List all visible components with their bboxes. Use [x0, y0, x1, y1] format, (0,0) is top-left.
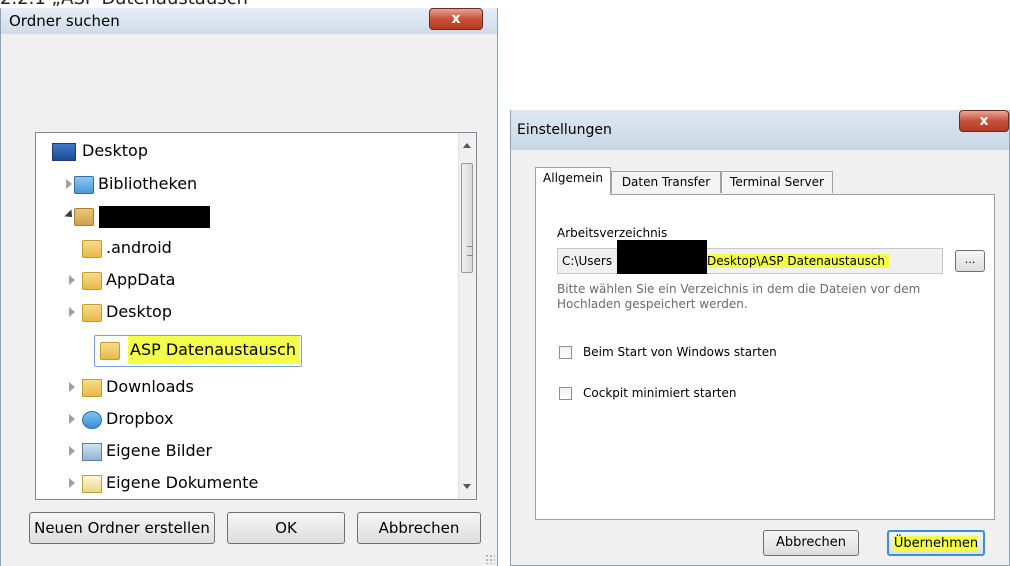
scroll-down-icon[interactable]: [463, 484, 471, 489]
path-suffix: Desktop\ASP Datenaustausch: [707, 254, 890, 268]
pictures-icon: [82, 443, 102, 461]
tab-terminal-server[interactable]: Terminal Server: [721, 171, 833, 193]
tree-item-label: AppData: [106, 270, 176, 289]
resize-grip-icon[interactable]: [485, 554, 495, 564]
downloads-icon: [82, 379, 102, 397]
tree-item-label: Bibliotheken: [98, 174, 198, 193]
user-folder-icon: [74, 208, 94, 226]
expand-icon[interactable]: [69, 478, 75, 488]
tree-item-label: Desktop: [106, 302, 172, 321]
tree-item-label: Downloads: [106, 377, 194, 396]
cockpit-minimized-checkbox[interactable]: [559, 387, 572, 400]
tree-item-label: .android: [106, 238, 172, 257]
library-icon: [74, 176, 94, 194]
dropbox-icon: [82, 411, 102, 429]
expand-icon[interactable]: [66, 179, 72, 189]
ok-button[interactable]: OK: [227, 512, 345, 544]
expand-icon[interactable]: [69, 382, 75, 392]
close-button[interactable]: x: [429, 8, 483, 30]
tree-item-label: Desktop: [82, 141, 148, 160]
redacted-username: [99, 206, 210, 228]
scroll-up-icon[interactable]: [463, 143, 471, 148]
dialog-title: Einstellungen: [517, 122, 612, 138]
cancel-button[interactable]: Abbrechen: [357, 512, 481, 544]
cockpit-minimized-label: Cockpit minimiert starten: [583, 386, 737, 400]
desktop-icon: [52, 143, 76, 161]
start-with-windows-checkbox[interactable]: [559, 346, 572, 359]
work-dir-hint: Bitte wählen Sie ein Verzeichnis in dem …: [557, 282, 921, 311]
tab-allgemein[interactable]: Allgemein: [535, 167, 611, 195]
work-dir-label: Arbeitsverzeichnis: [557, 226, 668, 240]
expand-icon[interactable]: [69, 307, 75, 317]
scrollbar-thumb[interactable]: [461, 163, 473, 273]
folder-icon: [82, 240, 102, 258]
redacted-username: [617, 240, 707, 274]
folder-icon: [100, 342, 120, 360]
grip-icon: [467, 246, 473, 256]
folder-icon: [82, 272, 102, 290]
dialog-title: Ordner suchen: [9, 12, 120, 30]
title-bar: Einstellungen x: [511, 110, 1009, 150]
apply-button[interactable]: Übernehmen: [887, 530, 985, 556]
browse-button[interactable]: ...: [955, 250, 985, 272]
new-folder-button[interactable]: Neuen Ordner erstellen: [29, 512, 215, 544]
vertical-scrollbar[interactable]: [458, 133, 476, 499]
expand-icon[interactable]: [69, 414, 75, 424]
tree-item-label: Eigene Bilder: [106, 441, 213, 460]
start-with-windows-label: Beim Start von Windows starten: [583, 345, 777, 359]
documents-icon: [82, 475, 102, 493]
close-icon: x: [451, 11, 461, 27]
settings-dialog: Einstellungen x Allgemein Daten Transfer…: [510, 110, 1010, 566]
tree-item-label: Dropbox: [106, 409, 174, 428]
path-prefix: C:\Users: [562, 254, 613, 268]
close-icon: x: [979, 113, 989, 129]
title-bar: Ordner suchen x: [1, 8, 497, 34]
close-button[interactable]: x: [959, 110, 1009, 132]
expand-icon[interactable]: [69, 446, 75, 456]
expand-icon[interactable]: [69, 275, 75, 285]
folder-browse-dialog: Ordner suchen x Desktop Bibliotheken .an…: [0, 8, 498, 566]
tree-item-label: ASP Datenaustausch: [128, 336, 300, 364]
tab-daten-transfer[interactable]: Daten Transfer: [611, 171, 721, 193]
tree-item-user[interactable]: [44, 202, 244, 230]
folder-tree[interactable]: Desktop Bibliotheken .android AppData De…: [35, 132, 477, 500]
desktop-folder-icon: [82, 304, 102, 322]
apply-button-label: Übernehmen: [893, 536, 979, 551]
cancel-button[interactable]: Abbrechen: [763, 530, 859, 556]
tree-item-label: Eigene Dokumente: [106, 473, 259, 492]
